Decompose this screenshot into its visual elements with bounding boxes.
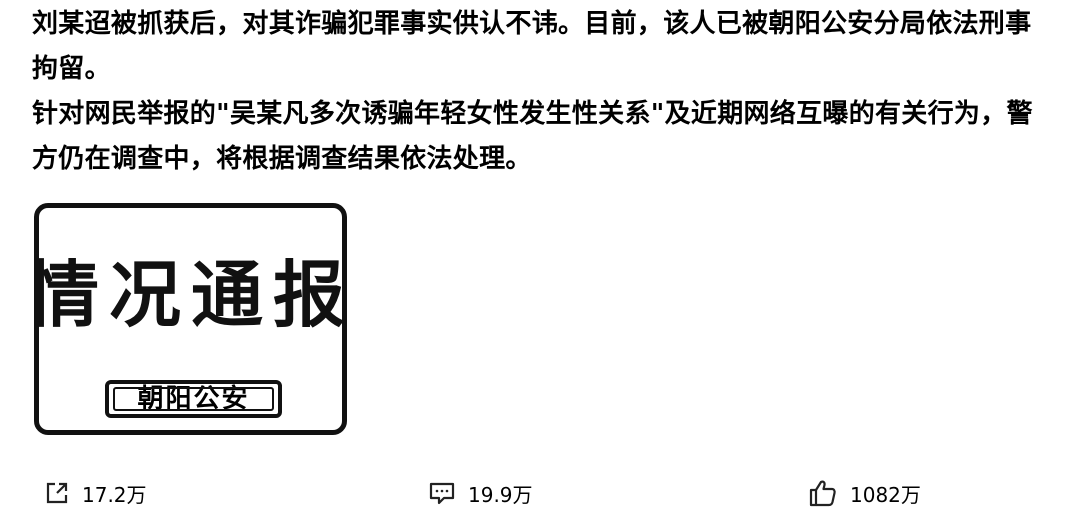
thumbs-up-icon: [808, 478, 838, 508]
comment-count: 19.9万: [468, 482, 533, 507]
share-icon: [44, 480, 70, 506]
share-count: 17.2万: [82, 482, 147, 507]
notice-image[interactable]: 情况通报 朝阳公安: [34, 203, 347, 435]
like-button[interactable]: 1082万: [808, 473, 921, 513]
article-paragraph-2: 针对网民举报的"吴某凡多次诱骗年轻女性发生性关系"及近期网络互曝的有关行为，警方…: [32, 99, 1033, 174]
action-bar: 17.2万 19.9万 1082万: [0, 473, 1080, 513]
article-paragraph-1: 刘某迢被抓获后，对其诈骗犯罪事实供认不讳。目前，该人已被朝阳公安分局依法刑事拘留…: [32, 9, 1032, 84]
notice-image-badge: 朝阳公安: [105, 380, 282, 418]
notice-image-title: 情况通报: [34, 253, 347, 337]
comment-button[interactable]: 19.9万: [428, 473, 533, 513]
share-button[interactable]: 17.2万: [44, 473, 147, 513]
like-count: 1082万: [850, 482, 921, 507]
comment-icon: [428, 480, 456, 506]
